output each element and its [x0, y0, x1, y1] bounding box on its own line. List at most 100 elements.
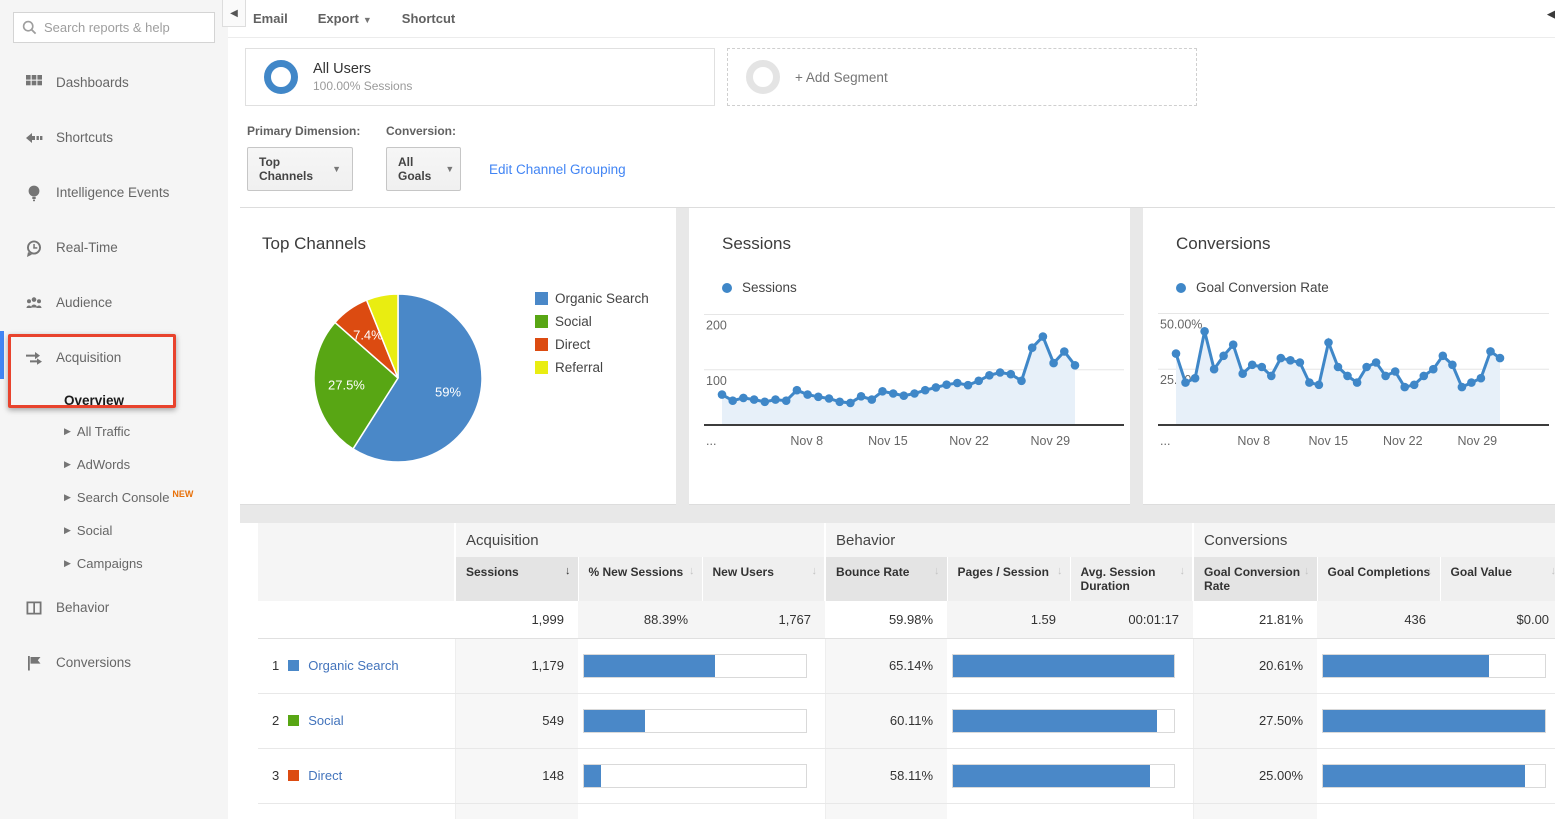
data-point[interactable]: [1267, 372, 1276, 381]
data-point[interactable]: [1049, 359, 1058, 368]
data-point[interactable]: [825, 394, 834, 403]
data-point[interactable]: [803, 390, 812, 399]
sidebar-item-real-time[interactable]: Real-Time: [0, 220, 228, 275]
data-point[interactable]: [1324, 338, 1333, 347]
data-point[interactable]: [889, 389, 898, 398]
data-point[interactable]: [793, 386, 802, 395]
data-point[interactable]: [932, 383, 941, 392]
data-point[interactable]: [846, 399, 855, 408]
add-segment-button[interactable]: + Add Segment: [727, 48, 1197, 106]
primary-dimension-dropdown[interactable]: Top Channels▼: [247, 147, 353, 191]
data-point[interactable]: [1420, 372, 1429, 381]
data-point[interactable]: [857, 392, 866, 401]
data-point[interactable]: [782, 396, 791, 405]
data-point[interactable]: [910, 389, 919, 398]
sidebar-item-behavior[interactable]: Behavior: [0, 580, 228, 635]
data-point[interactable]: [921, 386, 930, 395]
data-point[interactable]: [964, 381, 973, 390]
email-button[interactable]: Email: [253, 11, 288, 26]
column-header-goal-conversion-rate[interactable]: Goal Conversion Rate↓: [1193, 557, 1317, 601]
data-point[interactable]: [814, 393, 823, 402]
data-point[interactable]: [996, 368, 1005, 377]
panel-collapse-right-icon[interactable]: ◀: [1547, 4, 1555, 24]
export-button[interactable]: Export▼: [318, 11, 372, 26]
data-point[interactable]: [1496, 354, 1505, 363]
conversion-dropdown[interactable]: All Goals▼: [386, 147, 461, 191]
data-point[interactable]: [1071, 361, 1080, 370]
data-point[interactable]: [1486, 347, 1495, 356]
data-point[interactable]: [1210, 365, 1219, 374]
data-point[interactable]: [835, 398, 844, 407]
data-point[interactable]: [942, 380, 951, 389]
data-point[interactable]: [1400, 383, 1409, 392]
data-point[interactable]: [1448, 361, 1457, 370]
column-header-avg-session-duration[interactable]: Avg. Session Duration↓: [1070, 557, 1193, 601]
data-point[interactable]: [1277, 354, 1286, 363]
sidebar-item-campaigns[interactable]: ▶Campaigns: [0, 547, 228, 580]
data-point[interactable]: [1372, 358, 1381, 367]
data-point[interactable]: [1200, 327, 1209, 336]
sidebar-item-search-console[interactable]: ▶Search ConsoleNEW: [0, 481, 228, 514]
data-point[interactable]: [771, 395, 780, 404]
sessions-line-chart[interactable]: 100200...Nov 8Nov 15Nov 22Nov 29: [689, 303, 1130, 463]
data-point[interactable]: [900, 391, 909, 400]
data-point[interactable]: [1353, 378, 1362, 387]
sidebar-item-shortcuts[interactable]: Shortcuts: [0, 110, 228, 165]
column-header-new-users[interactable]: New Users↓: [702, 557, 825, 601]
data-point[interactable]: [1007, 370, 1016, 379]
data-point[interactable]: [1429, 365, 1438, 374]
sidebar-item-acquisition[interactable]: Acquisition: [0, 330, 228, 385]
edit-channel-grouping-link[interactable]: Edit Channel Grouping: [489, 162, 626, 177]
data-point[interactable]: [868, 395, 877, 404]
data-point[interactable]: [1219, 352, 1228, 361]
data-point[interactable]: [1060, 347, 1069, 356]
column-header--new-sessions[interactable]: % New Sessions↓: [578, 557, 702, 601]
sidebar-item-social[interactable]: ▶Social: [0, 514, 228, 547]
column-header-goal-value[interactable]: Goal Value↓: [1440, 557, 1555, 601]
data-point[interactable]: [718, 390, 727, 399]
column-header-pages-session[interactable]: Pages / Session↓: [947, 557, 1070, 601]
data-point[interactable]: [1458, 383, 1467, 392]
data-point[interactable]: [1334, 363, 1343, 372]
sidebar-item-conversions[interactable]: Conversions: [0, 635, 228, 690]
shortcut-button[interactable]: Shortcut: [402, 11, 455, 26]
sidebar-item-audience[interactable]: Audience: [0, 275, 228, 330]
data-point[interactable]: [1477, 374, 1486, 383]
data-point[interactable]: [1343, 372, 1352, 381]
channel-link[interactable]: Direct: [308, 768, 342, 783]
data-point[interactable]: [1286, 356, 1295, 365]
channel-link[interactable]: Organic Search: [308, 658, 398, 673]
data-point[interactable]: [1381, 372, 1390, 381]
column-header-sessions[interactable]: Sessions↓: [455, 557, 578, 601]
column-header-goal-completions[interactable]: Goal Completions↓: [1317, 557, 1440, 601]
data-point[interactable]: [1238, 369, 1247, 378]
data-point[interactable]: [985, 371, 994, 380]
data-point[interactable]: [1229, 340, 1238, 349]
data-point[interactable]: [953, 379, 962, 388]
top-channels-pie-chart[interactable]: 59%27.5%7.4%: [240, 260, 540, 500]
data-point[interactable]: [1391, 367, 1400, 376]
data-point[interactable]: [1362, 363, 1371, 372]
data-point[interactable]: [878, 387, 887, 396]
sidebar-item-intelligence-events[interactable]: Intelligence Events: [0, 165, 228, 220]
data-point[interactable]: [761, 398, 770, 407]
data-point[interactable]: [1181, 378, 1190, 387]
data-point[interactable]: [1172, 349, 1181, 358]
search-input[interactable]: Search reports & help: [13, 12, 215, 43]
data-point[interactable]: [1439, 352, 1448, 361]
data-point[interactable]: [1258, 363, 1267, 372]
data-point[interactable]: [1315, 381, 1324, 390]
data-point[interactable]: [1305, 378, 1314, 387]
sidebar-item-all-traffic[interactable]: ▶All Traffic: [0, 415, 228, 448]
sidebar-item-adwords[interactable]: ▶AdWords: [0, 448, 228, 481]
channel-link[interactable]: Social: [308, 713, 343, 728]
data-point[interactable]: [1467, 378, 1476, 387]
conversions-line-chart[interactable]: 25.00%50.00%...Nov 8Nov 15Nov 22Nov 29: [1143, 303, 1555, 463]
data-point[interactable]: [974, 377, 983, 386]
sidebar-item-dashboards[interactable]: Dashboards: [0, 55, 228, 110]
segment-all-users[interactable]: All Users 100.00% Sessions: [245, 48, 715, 106]
sidebar-collapse-button[interactable]: ◀: [222, 0, 246, 27]
column-header-bounce-rate[interactable]: Bounce Rate↓: [825, 557, 947, 601]
data-point[interactable]: [1410, 381, 1419, 390]
data-point[interactable]: [1039, 332, 1048, 341]
